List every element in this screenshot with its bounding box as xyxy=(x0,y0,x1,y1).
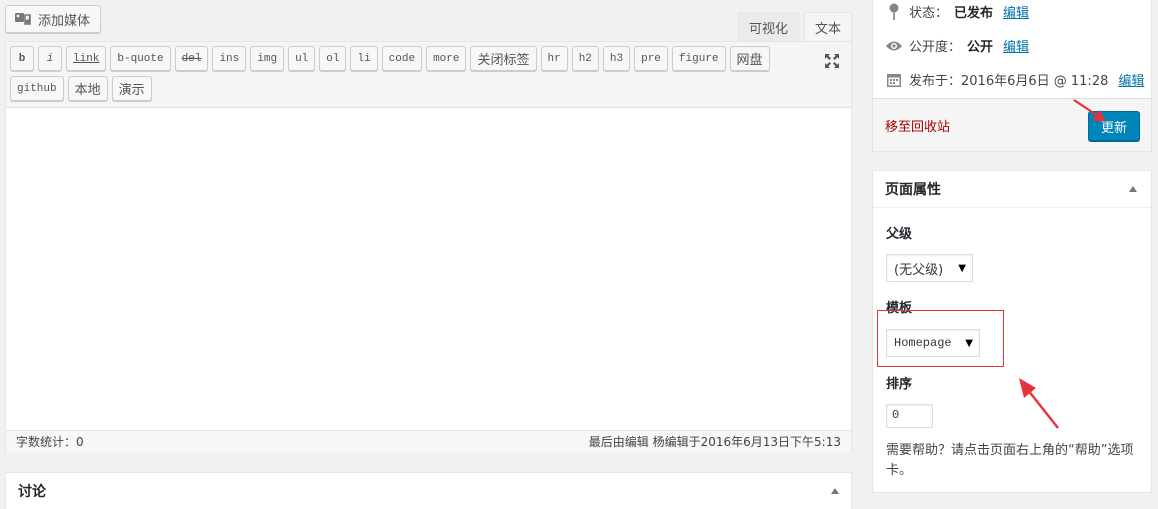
parent-select-value: (无父级) xyxy=(894,262,944,278)
date-edit-link[interactable]: 编辑 xyxy=(1118,70,1144,89)
discussion-title: 讨论 xyxy=(18,484,46,500)
pin-icon xyxy=(885,3,903,21)
editor-status-bar: 字数统计：0 最后由编辑 杨编辑于2016年6月13日下午5:13 xyxy=(6,430,851,452)
qt-more-button[interactable]: more xyxy=(426,46,467,71)
update-button[interactable]: 更新 xyxy=(1088,111,1140,141)
qt-demo-button[interactable]: 演示 xyxy=(111,76,152,101)
status-value: 已发布 xyxy=(954,6,994,21)
qt-netdisk-button[interactable]: 网盘 xyxy=(729,46,770,71)
tab-text[interactable]: 文本 xyxy=(803,12,852,41)
quicktags-toolbar: b i link b-quote del ins img ul ol li co… xyxy=(6,42,851,108)
visibility-edit-link[interactable]: 编辑 xyxy=(1003,36,1029,55)
qt-local-button[interactable]: 本地 xyxy=(67,76,108,101)
visibility-label: 公开度： xyxy=(909,40,962,55)
qt-del-button[interactable]: del xyxy=(174,46,209,71)
help-text: 需要帮助？请点击页面右上角的“帮助”选项卡。 xyxy=(886,443,1134,478)
chevron-down-icon: ▼ xyxy=(958,262,966,274)
move-to-trash-link[interactable]: 移至回收站 xyxy=(885,116,950,135)
qt-close-tags-button[interactable]: 关闭标签 xyxy=(470,46,537,71)
qt-h3-button[interactable]: h3 xyxy=(602,46,631,71)
published-date: 发布于：2016年6月6日 @ 11:28 xyxy=(909,74,1109,89)
qt-pre-button[interactable]: pre xyxy=(634,46,668,71)
collapse-arrow-icon[interactable] xyxy=(1129,186,1137,192)
status-edit-link[interactable]: 编辑 xyxy=(1003,2,1029,21)
parent-label: 父级 xyxy=(886,227,913,242)
status-row: 状态： 已发布 编辑 xyxy=(885,2,1029,21)
add-media-label: 添加媒体 xyxy=(38,13,91,29)
visibility-value: 公开 xyxy=(967,40,994,55)
editor-container: b i link b-quote del ins img ul ol li co… xyxy=(5,41,852,452)
collapse-arrow-icon[interactable] xyxy=(831,488,839,494)
qt-li-button[interactable]: li xyxy=(350,46,378,71)
eye-icon xyxy=(885,37,903,55)
publish-metabox: 状态： 已发布 编辑 公开度： 公开 编辑 发布于：2016年6月6日 @ 11… xyxy=(872,0,1152,152)
content-textarea[interactable] xyxy=(6,108,851,430)
page-attributes-title: 页面属性 xyxy=(885,182,941,198)
qt-code-button[interactable]: code xyxy=(381,46,423,71)
order-input[interactable]: 0 xyxy=(886,404,933,428)
media-icon xyxy=(14,11,32,27)
toolbar-row-2: github 本地 演示 xyxy=(10,76,847,101)
qt-figure-button[interactable]: figure xyxy=(671,46,726,71)
parent-select[interactable]: (无父级) ▼ xyxy=(886,254,973,282)
editor-mode-tabs: 可视化 文本 xyxy=(733,12,852,41)
qt-italic-button[interactable]: i xyxy=(38,46,62,71)
qt-github-button[interactable]: github xyxy=(10,76,64,101)
calendar-icon xyxy=(885,71,903,89)
published-date-row: 发布于：2016年6月6日 @ 11:28 编辑 xyxy=(885,70,1144,89)
status-label: 状态： xyxy=(909,6,949,21)
discussion-header[interactable]: 讨论 xyxy=(6,473,851,509)
fullscreen-icon[interactable] xyxy=(823,52,841,70)
page-attributes-header[interactable]: 页面属性 xyxy=(873,171,1151,208)
order-label: 排序 xyxy=(886,377,913,392)
toolbar-row-1: b i link b-quote del ins img ul ol li co… xyxy=(10,46,847,71)
visibility-row: 公开度： 公开 编辑 xyxy=(885,36,1029,55)
publish-actions: 移至回收站 更新 xyxy=(873,98,1151,151)
qt-link-button[interactable]: link xyxy=(66,46,107,71)
tab-visual[interactable]: 可视化 xyxy=(737,12,799,41)
last-edited-info: 最后由编辑 杨编辑于2016年6月13日下午5:13 xyxy=(588,435,841,449)
qt-hr-button[interactable]: hr xyxy=(540,46,568,71)
qt-bold-button[interactable]: b xyxy=(10,46,34,71)
qt-ins-button[interactable]: ins xyxy=(212,46,247,71)
qt-ul-button[interactable]: ul xyxy=(288,46,316,71)
highlight-rectangle xyxy=(877,310,1004,367)
word-count: 字数统计：0 xyxy=(16,435,84,449)
qt-blockquote-button[interactable]: b-quote xyxy=(110,46,171,71)
add-media-button[interactable]: 添加媒体 xyxy=(5,5,102,33)
qt-img-button[interactable]: img xyxy=(250,46,285,71)
qt-h2-button[interactable]: h2 xyxy=(571,46,599,71)
discussion-metabox: 讨论 xyxy=(5,472,852,509)
qt-ol-button[interactable]: ol xyxy=(319,46,347,71)
